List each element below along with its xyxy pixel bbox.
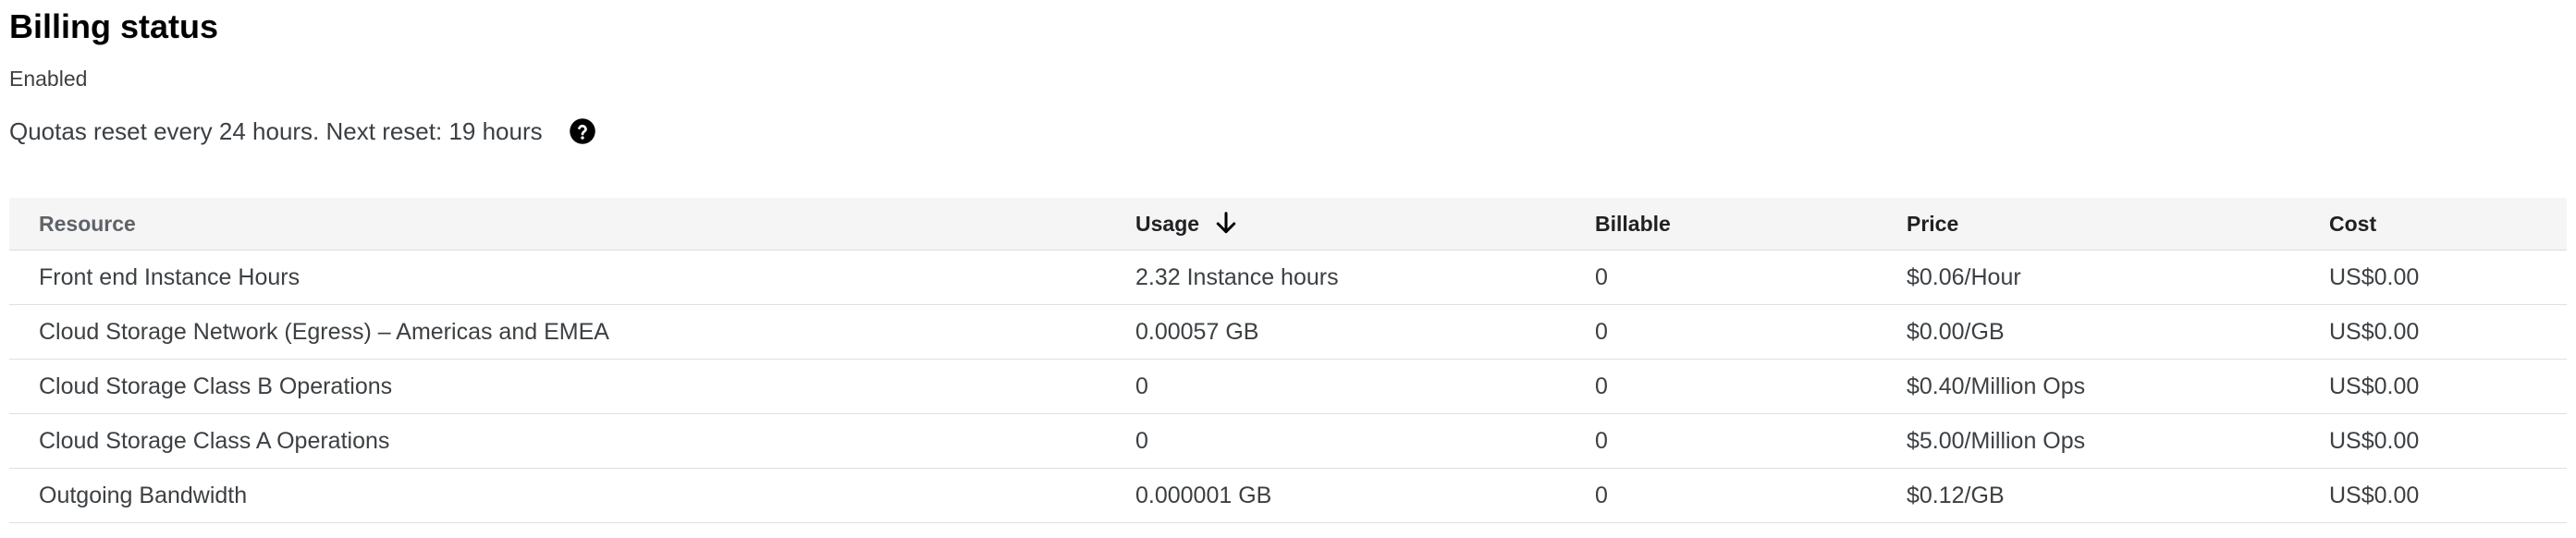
column-header-usage-label: Usage (1135, 211, 1200, 236)
cell-price: $0.40/Million Ops (1907, 373, 2086, 399)
cell-usage: 0.000001 GB (1135, 482, 1272, 508)
cell-billable: 0 (1595, 482, 1608, 508)
cell-usage: 0 (1135, 373, 1148, 399)
cell-resource: Cloud Storage Class B Operations (39, 373, 393, 399)
column-header-usage[interactable]: Usage (1135, 198, 1240, 250)
column-header-price[interactable]: Price (1907, 198, 1958, 250)
table-row: Outgoing Bandwidth 0.000001 GB 0 $0.12/G… (9, 469, 2567, 523)
cell-resource: Cloud Storage Network (Egress) – America… (39, 318, 609, 345)
cell-usage: 0.00057 GB (1135, 318, 1259, 345)
billing-table: Resource Usage Billable Price Cost Front… (9, 198, 2567, 523)
cell-cost: US$0.00 (2329, 482, 2420, 508)
cell-cost: US$0.00 (2329, 373, 2420, 399)
cell-cost: US$0.00 (2329, 427, 2420, 454)
quota-reset-text: Quotas reset every 24 hours. Next reset:… (9, 117, 543, 145)
cell-usage: 0 (1135, 427, 1148, 454)
column-header-billable[interactable]: Billable (1595, 198, 1671, 250)
column-header-resource[interactable]: Resource (39, 198, 136, 250)
cell-billable: 0 (1595, 318, 1608, 345)
table-row: Front end Instance Hours 2.32 Instance h… (9, 251, 2567, 305)
column-header-cost[interactable]: Cost (2329, 198, 2376, 250)
cell-cost: US$0.00 (2329, 263, 2420, 290)
table-header-row: Resource Usage Billable Price Cost (9, 198, 2567, 251)
table-row: Cloud Storage Class B Operations 0 0 $0.… (9, 360, 2567, 414)
quota-reset-info: Quotas reset every 24 hours. Next reset:… (9, 115, 596, 148)
cell-resource: Front end Instance Hours (39, 263, 301, 290)
cell-billable: 0 (1595, 373, 1608, 399)
cell-billable: 0 (1595, 263, 1608, 290)
cell-usage: 2.32 Instance hours (1135, 263, 1339, 290)
cell-price: $0.00/GB (1907, 318, 2005, 345)
billing-status-value: Enabled (9, 67, 88, 91)
cell-resource: Cloud Storage Class A Operations (39, 427, 390, 454)
cell-resource: Outgoing Bandwidth (39, 482, 248, 508)
cell-price: $0.06/Hour (1907, 263, 2021, 290)
sort-descending-icon[interactable] (1212, 210, 1240, 238)
billing-status-title: Billing status (9, 7, 219, 45)
cell-price: $5.00/Million Ops (1907, 427, 2086, 454)
cell-price: $0.12/GB (1907, 482, 2005, 508)
cell-cost: US$0.00 (2329, 318, 2420, 345)
cell-billable: 0 (1595, 427, 1608, 454)
table-row: Cloud Storage Network (Egress) – America… (9, 305, 2567, 360)
help-icon[interactable] (569, 117, 596, 145)
table-row: Cloud Storage Class A Operations 0 0 $5.… (9, 414, 2567, 469)
